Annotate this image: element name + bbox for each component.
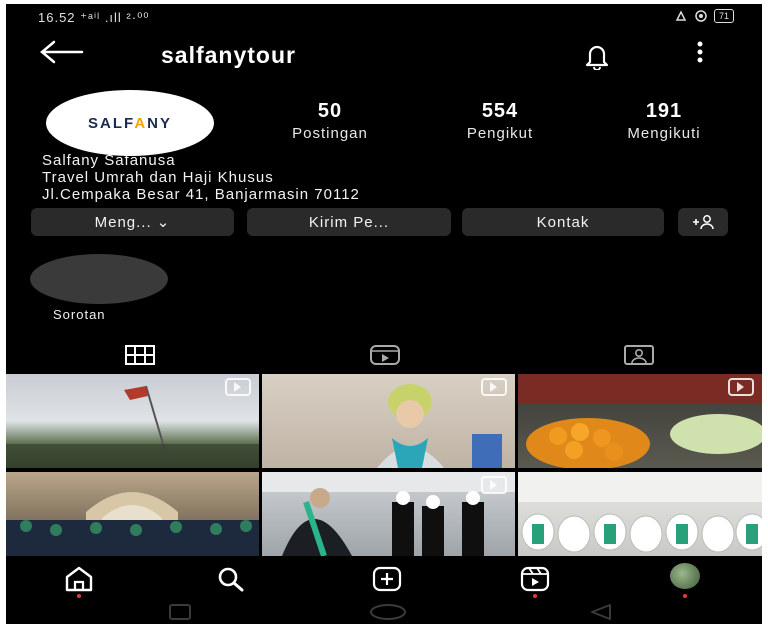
recent-apps-icon[interactable] bbox=[167, 603, 193, 621]
bio-name: Salfany Safanusa bbox=[42, 152, 176, 169]
add-person-button[interactable] bbox=[678, 208, 728, 236]
profile-username: salfanytour bbox=[161, 42, 296, 68]
battery-indicator: 71 bbox=[713, 9, 734, 23]
profile-tabs bbox=[6, 340, 762, 370]
reel-badge-icon bbox=[728, 378, 754, 396]
post-thumbnail[interactable] bbox=[6, 472, 259, 556]
reel-badge-icon bbox=[225, 378, 251, 396]
flag-photo bbox=[6, 385, 259, 468]
alarm-icon bbox=[675, 10, 687, 21]
post-thumbnail[interactable] bbox=[518, 472, 762, 556]
bottom-navigation bbox=[6, 556, 762, 600]
contact-button[interactable]: Kontak bbox=[462, 208, 664, 236]
home-icon[interactable] bbox=[62, 566, 96, 592]
status-time: 16.52 ⁺ᵃⁱˡ .ıll ²·⁰⁰ bbox=[38, 10, 150, 25]
posts-label: Postingan bbox=[292, 125, 368, 142]
followers-count: 554 bbox=[481, 100, 519, 122]
post-thumbnail[interactable] bbox=[262, 472, 515, 556]
group-seated-photo bbox=[518, 472, 762, 553]
reels-nav-icon[interactable] bbox=[518, 566, 552, 592]
posts-grid bbox=[6, 374, 762, 556]
add-person-icon bbox=[693, 215, 714, 230]
reels-notification-dot bbox=[533, 594, 537, 598]
stat-followers[interactable]: 554 Pengikut bbox=[438, 100, 562, 142]
following-label: Mengikuti bbox=[627, 125, 701, 142]
status-bar: 16.52 ⁺ᵃⁱˡ .ıll ²·⁰⁰ 71 bbox=[6, 4, 762, 32]
pilgrims-photo bbox=[262, 472, 515, 556]
post-thumbnail[interactable] bbox=[6, 374, 259, 468]
profile-avatar[interactable]: SALFANY bbox=[46, 90, 214, 156]
posts-count: 50 bbox=[317, 100, 343, 122]
back-button-icon[interactable] bbox=[588, 603, 614, 621]
home-notification-dot bbox=[77, 594, 81, 598]
top-bar: salfanytour bbox=[6, 34, 762, 82]
message-button[interactable]: Kirim Pe... bbox=[247, 208, 451, 236]
child-photo bbox=[377, 384, 502, 468]
followers-label: Pengikut bbox=[466, 125, 534, 142]
system-navigation-bar bbox=[6, 600, 762, 624]
post-thumbnail[interactable] bbox=[262, 374, 515, 468]
more-vert-icon[interactable] bbox=[696, 40, 704, 64]
home-button-icon[interactable] bbox=[368, 603, 408, 621]
vpn-icon bbox=[695, 10, 707, 22]
following-button[interactable]: Meng... ⌄ bbox=[31, 208, 234, 236]
reels-icon[interactable] bbox=[369, 344, 401, 366]
group-gate-photo bbox=[6, 492, 259, 556]
salfany-logo: SALFANY bbox=[87, 114, 173, 132]
reel-badge-icon bbox=[481, 476, 507, 494]
highlight-label: Sorotan bbox=[53, 307, 106, 322]
following-count: 191 bbox=[645, 100, 683, 122]
bio-address: Jl.Cempaka Besar 41, Banjarmasin 70112 bbox=[42, 186, 360, 203]
phone-screen: 16.52 ⁺ᵃⁱˡ .ıll ²·⁰⁰ 71 salfanytour SALF… bbox=[6, 4, 762, 624]
post-thumbnail[interactable] bbox=[518, 374, 762, 468]
profile-avatar-tab[interactable] bbox=[670, 563, 700, 589]
bell-icon[interactable] bbox=[582, 42, 612, 70]
back-arrow-icon[interactable] bbox=[40, 40, 84, 64]
search-icon[interactable] bbox=[214, 566, 248, 592]
reel-badge-icon bbox=[481, 378, 507, 396]
bio-description: Travel Umrah dan Haji Khusus bbox=[42, 169, 274, 186]
profile-bio: Salfany Safanusa Travel Umrah dan Haji K… bbox=[42, 152, 360, 203]
tagged-icon[interactable] bbox=[623, 344, 655, 366]
create-icon[interactable] bbox=[370, 566, 404, 592]
highlight-circle[interactable] bbox=[30, 254, 168, 304]
profile-notification-dot bbox=[683, 594, 687, 598]
grid-icon[interactable] bbox=[124, 344, 156, 366]
stat-following[interactable]: 191 Mengikuti bbox=[598, 100, 730, 142]
fruit-stall-photo bbox=[518, 374, 762, 468]
stat-posts[interactable]: 50 Postingan bbox=[268, 100, 392, 142]
